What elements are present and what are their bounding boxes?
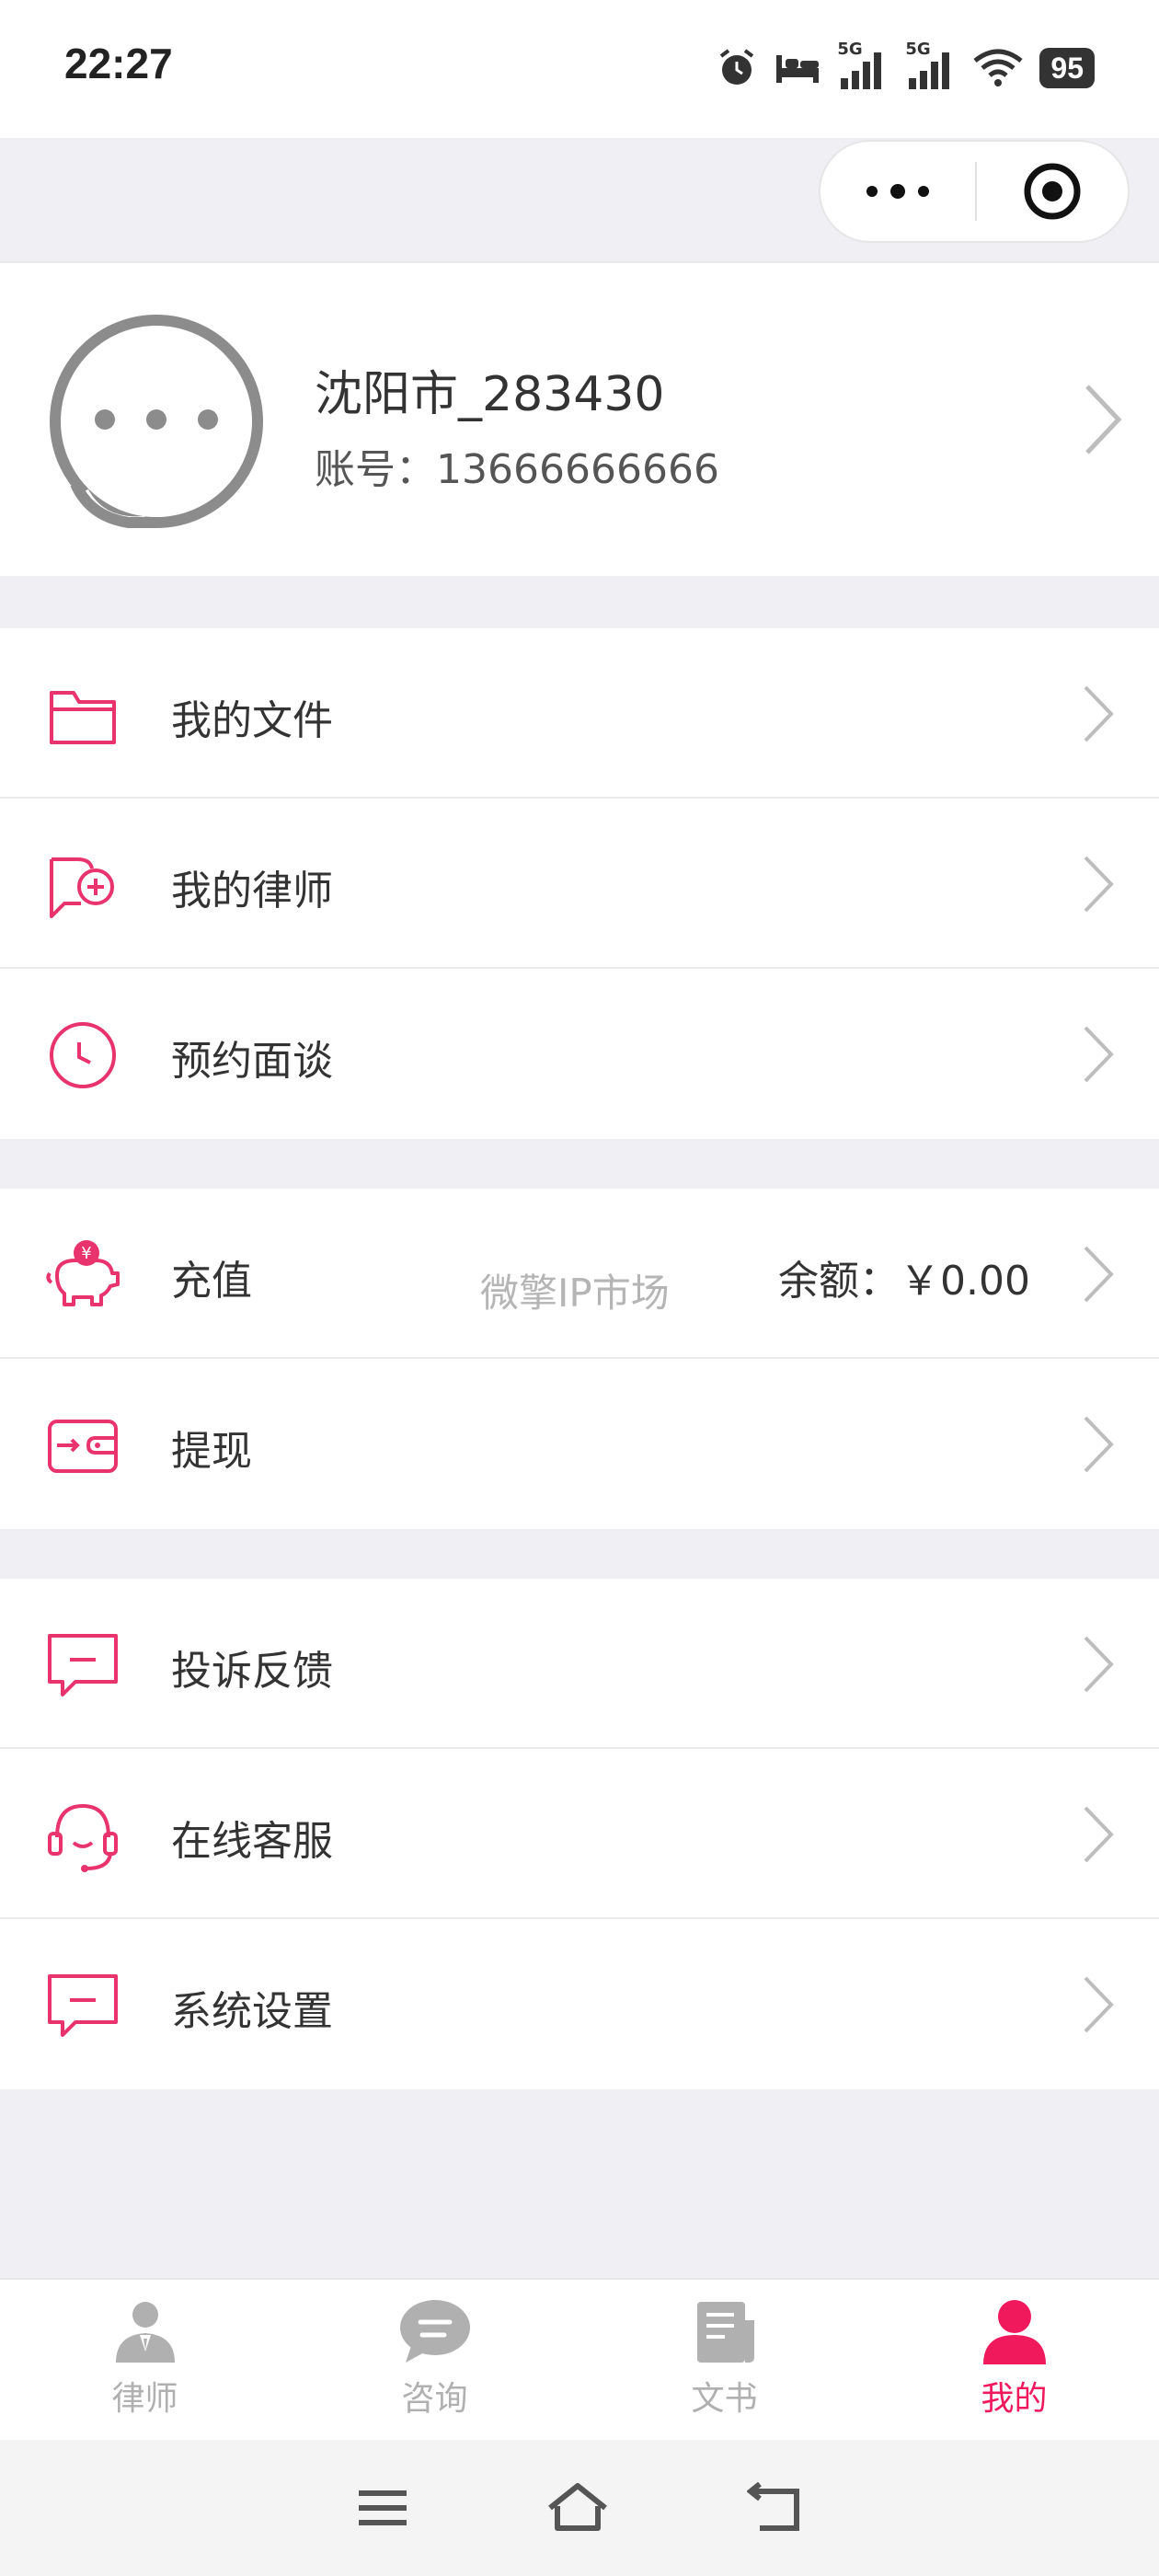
menu-item-online-service[interactable]: 在线客服 [0, 1749, 1159, 1919]
profile-card[interactable]: 沈阳市_283430 账号：13666666666 [0, 263, 1159, 576]
menu-label: 充值 [171, 1258, 252, 1305]
tab-label: 律师 [111, 2380, 178, 2418]
profile-account: 账号：13666666666 [315, 446, 719, 493]
menu-group-wallet: ¥ 充值 微擎IP市场 余额：￥0.00 提现 [0, 1189, 1159, 1529]
menu-item-settings[interactable]: 系统设置 [0, 1919, 1159, 2089]
menu-icon[interactable] [357, 2488, 408, 2528]
alarm-icon [720, 49, 754, 85]
wallet-icon [48, 1420, 118, 1473]
chat-bubble-icon [399, 2300, 470, 2363]
chevron-right-icon [1084, 1246, 1114, 1303]
folder-icon [50, 691, 116, 744]
menu-item-my-files[interactable]: 我的文件 [0, 628, 1159, 799]
document-icon [696, 2302, 754, 2363]
headset-icon [48, 1803, 118, 1872]
more-options-button[interactable] [820, 142, 975, 241]
chevron-right-icon [1084, 685, 1114, 742]
chevron-right-icon [1084, 1636, 1114, 1693]
back-icon[interactable] [747, 2482, 802, 2534]
avatar [50, 314, 264, 534]
target-close-icon [1024, 163, 1081, 220]
bottom-tab-bar: 律师 咨询 文书 我的 [0, 2278, 1159, 2440]
menu-item-withdraw[interactable]: 提现 [0, 1359, 1159, 1529]
chevron-right-icon [1084, 1026, 1114, 1083]
settings-message-icon [48, 1974, 118, 2037]
mini-program-capsule [819, 140, 1130, 243]
menu-item-my-lawyer[interactable]: 我的律师 [0, 799, 1159, 969]
menu-label: 投诉反馈 [171, 1648, 333, 1695]
menu-label: 在线客服 [171, 1818, 333, 1865]
profile-name: 沈阳市_283430 [315, 367, 665, 422]
tab-label: 我的 [981, 2380, 1048, 2418]
menu-item-recharge[interactable]: ¥ 充值 微擎IP市场 余额：￥0.00 [0, 1189, 1159, 1359]
balance-value: 余额：￥0.00 [778, 1258, 1030, 1305]
chevron-right-icon [1085, 385, 1122, 454]
wifi-icon [973, 49, 1023, 86]
system-navigation-bar [0, 2440, 1159, 2576]
svg-text:¥: ¥ [81, 1244, 91, 1263]
chevron-right-icon [1084, 1416, 1114, 1473]
battery-indicator: 95 [1039, 48, 1095, 88]
menu-group-support: 投诉反馈 在线客服 系统设置 [0, 1579, 1159, 2089]
user-icon [982, 2300, 1046, 2364]
menu-label: 预约面谈 [171, 1038, 333, 1085]
tab-label: 咨询 [401, 2380, 468, 2418]
home-icon[interactable] [546, 2482, 609, 2534]
menu-label: 系统设置 [171, 1988, 333, 2035]
signal-icon-1: 5G [837, 40, 889, 91]
lawyer-add-icon [50, 857, 114, 918]
piggy-bank-icon: ¥ [46, 1240, 120, 1306]
bed-icon [776, 55, 820, 83]
chevron-right-icon [1084, 856, 1114, 913]
chevron-right-icon [1084, 1976, 1114, 2033]
status-time: 22:27 [64, 40, 173, 87]
feedback-icon [48, 1634, 118, 1696]
menu-item-appointment[interactable]: 预约面谈 [0, 969, 1159, 1139]
status-icons: 5G 5G 95 [716, 40, 1095, 96]
person-suit-icon [115, 2302, 175, 2363]
tab-label: 文书 [691, 2380, 758, 2418]
menu-label: 提现 [171, 1428, 252, 1475]
signal-icon-2: 5G [905, 40, 957, 91]
menu-group-files: 我的文件 我的律师 预约面谈 [0, 628, 1159, 1139]
menu-label: 我的律师 [171, 868, 333, 914]
close-mini-program-button[interactable] [977, 142, 1128, 241]
status-bar: 22:27 5G 5G 95 [0, 0, 1159, 138]
chevron-right-icon [1084, 1806, 1114, 1863]
watermark: 微擎IP市场 [480, 1271, 670, 1316]
tab-documents[interactable]: 文书 [580, 2280, 869, 2440]
tab-mine[interactable]: 我的 [869, 2280, 1159, 2440]
tab-consult[interactable]: 咨询 [290, 2280, 580, 2440]
menu-label: 我的文件 [171, 697, 333, 744]
menu-item-feedback[interactable]: 投诉反馈 [0, 1579, 1159, 1749]
clock-icon [50, 1022, 116, 1088]
tab-lawyer[interactable]: 律师 [0, 2280, 290, 2440]
